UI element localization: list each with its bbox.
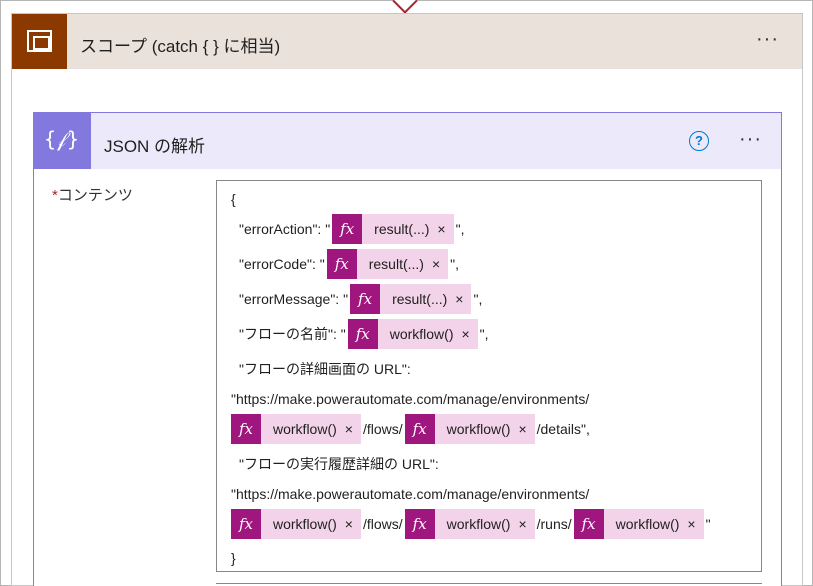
fx-icon: fx: [231, 414, 261, 444]
editor-line: "errorAction": " fx result(...) × ",: [239, 214, 464, 244]
fx-icon: fx: [347, 319, 378, 349]
editor-text: ",: [473, 291, 483, 307]
expression-token[interactable]: fx workflow() ×: [231, 414, 361, 444]
scope-icon: [27, 30, 52, 52]
editor-text: ",: [455, 221, 465, 237]
close-icon[interactable]: ×: [516, 421, 534, 437]
parse-json-more-options-icon[interactable]: ···: [739, 128, 762, 151]
close-icon[interactable]: ×: [343, 421, 361, 437]
fx-icon: fx: [404, 414, 435, 444]
token-label: result(...): [392, 291, 448, 307]
editor-text: /flows/: [362, 421, 403, 437]
parse-json-title: JSON の解析: [104, 137, 206, 156]
token-label: result(...): [368, 256, 424, 272]
token-label: workflow(): [389, 326, 454, 342]
editor-text: "フローの名前": ": [239, 326, 346, 342]
editor-text: "errorMessage": ": [239, 291, 349, 307]
expression-token[interactable]: fx result(...) ×: [332, 214, 454, 244]
parse-json-header[interactable]: {𝒻} JSON の解析 ? ···: [34, 113, 781, 169]
close-icon[interactable]: ×: [459, 326, 477, 342]
content-label-text: コンテンツ: [57, 187, 133, 204]
token-label: workflow(): [273, 516, 337, 532]
json-icon-box: {𝒻}: [34, 113, 91, 169]
fx-icon: fx: [350, 284, 381, 314]
editor-line: "フローの実行履歴詳細の URL":: [239, 449, 439, 479]
scope-header[interactable]: スコープ (catch { } に相当) ···: [12, 14, 802, 69]
editor-text: "https://make.powerautomate.com/manage/e…: [231, 486, 590, 502]
token-label: workflow(): [615, 516, 680, 532]
content-editor[interactable]: { "errorAction": " fx result(...) × ", "…: [216, 180, 762, 572]
token-label: workflow(): [446, 421, 511, 437]
close-icon[interactable]: ×: [516, 516, 534, 532]
close-icon[interactable]: ×: [685, 516, 703, 532]
close-icon[interactable]: ×: [453, 291, 471, 307]
expression-token[interactable]: fx workflow() ×: [231, 509, 361, 539]
editor-text: {: [231, 191, 236, 207]
expression-token[interactable]: fx result(...) ×: [350, 284, 472, 314]
json-braces-icon: {𝒻}: [44, 127, 81, 151]
editor-line: "フローの名前": " fx workflow() × ",: [239, 319, 489, 349]
editor-line: "https://make.powerautomate.com/manage/e…: [231, 384, 589, 414]
close-icon[interactable]: ×: [430, 256, 448, 272]
expression-token[interactable]: fx workflow() ×: [573, 509, 704, 539]
expression-token[interactable]: fx result(...) ×: [326, 249, 449, 279]
close-icon[interactable]: ×: [435, 221, 453, 237]
token-label: workflow(): [446, 516, 511, 532]
expression-token[interactable]: fx workflow() ×: [404, 414, 535, 444]
editor-text: "フローの実行履歴詳細の URL":: [239, 456, 439, 472]
token-label: result(...): [374, 221, 430, 237]
help-icon[interactable]: ?: [689, 131, 709, 151]
editor-line: "フローの詳細画面の URL":: [239, 354, 411, 384]
content-field-label: *コンテンツ: [52, 184, 133, 205]
fx-icon: fx: [326, 249, 357, 279]
editor-line: "errorMessage": " fx result(...) × ",: [239, 284, 482, 314]
scope-title: スコープ (catch { } に相当): [80, 37, 281, 56]
editor-text: /runs/: [536, 516, 572, 532]
editor-line: {: [231, 184, 236, 214]
editor-text: "errorCode": ": [239, 256, 325, 272]
editor-line: "https://make.powerautomate.com/manage/e…: [231, 479, 589, 509]
editor-line: fx workflow() × /flows/ fx workflow() × …: [231, 509, 711, 539]
scope-more-options-icon[interactable]: ···: [756, 28, 779, 51]
editor-text: "フローの詳細画面の URL":: [239, 361, 411, 377]
editor-text: ",: [450, 256, 459, 272]
expression-token[interactable]: fx workflow() ×: [404, 509, 535, 539]
editor-line: "errorCode": " fx result(...) × ",: [239, 249, 459, 279]
token-label: workflow(): [273, 421, 337, 437]
editor-text: }: [231, 550, 236, 566]
editor-text: "errorAction": ": [239, 221, 331, 237]
scope-icon-box: [12, 14, 67, 69]
editor-line: fx workflow() × /flows/ fx workflow() × …: [231, 414, 590, 444]
editor-text: "https://make.powerautomate.com/manage/e…: [231, 391, 590, 407]
fx-icon: fx: [573, 509, 604, 539]
editor-text: /details",: [536, 421, 590, 437]
fx-icon: fx: [231, 509, 261, 539]
expression-token[interactable]: fx workflow() ×: [347, 319, 478, 349]
editor-text: ",: [479, 326, 489, 342]
close-icon[interactable]: ×: [343, 516, 361, 532]
parse-json-card: {𝒻} JSON の解析 ? ··· *コンテンツ { "errorAction…: [33, 112, 782, 586]
fx-icon: fx: [332, 214, 363, 244]
editor-text: /flows/: [362, 516, 403, 532]
editor-text: ": [705, 516, 711, 532]
fx-icon: fx: [404, 509, 435, 539]
editor-line: }: [231, 543, 236, 573]
